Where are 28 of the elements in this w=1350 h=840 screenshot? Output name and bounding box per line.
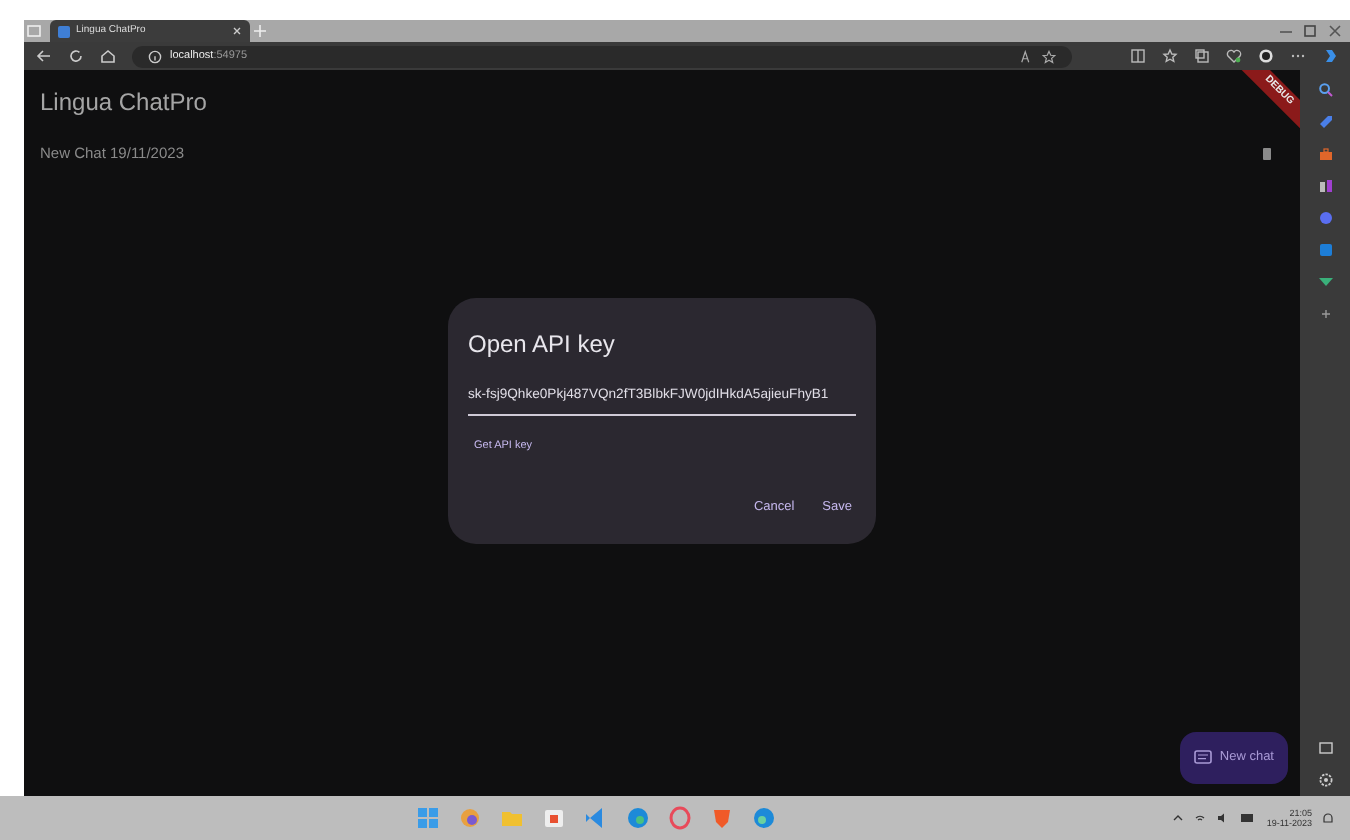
sidebar-icon[interactable] [1317, 740, 1333, 756]
favorite-icon[interactable] [1042, 49, 1056, 63]
notification-icon[interactable] [1322, 811, 1334, 825]
site-icon [58, 25, 70, 37]
back-icon[interactable] [36, 48, 52, 64]
briefcase-icon[interactable] [1317, 146, 1333, 162]
tag-icon[interactable] [1317, 114, 1333, 130]
app-title: Lingua ChatPro [38, 86, 209, 120]
split-screen-icon[interactable] [1130, 48, 1146, 64]
favorites-icon[interactable] [1162, 48, 1178, 64]
chevron-up-icon[interactable] [1172, 812, 1185, 824]
dialog-title: Open API key [468, 328, 617, 363]
wifi-icon[interactable] [1194, 812, 1207, 824]
heart-icon[interactable] [1226, 48, 1242, 64]
close-tab-icon[interactable] [232, 26, 242, 36]
info-icon[interactable] [148, 49, 162, 63]
trash-icon[interactable] [1262, 146, 1272, 161]
search-icon[interactable] [1317, 82, 1333, 98]
chat-icon [1193, 750, 1212, 767]
maximize-icon[interactable] [1298, 20, 1322, 42]
collections-icon[interactable] [1194, 48, 1210, 64]
battery-icon[interactable] [1240, 812, 1257, 824]
home-icon[interactable] [100, 48, 116, 64]
settings-icon[interactable] [1317, 772, 1333, 788]
start-icon[interactable] [416, 806, 441, 830]
add-icon[interactable] [1317, 306, 1333, 322]
circle-icon[interactable] [1317, 210, 1333, 226]
refresh-icon[interactable] [68, 48, 84, 64]
